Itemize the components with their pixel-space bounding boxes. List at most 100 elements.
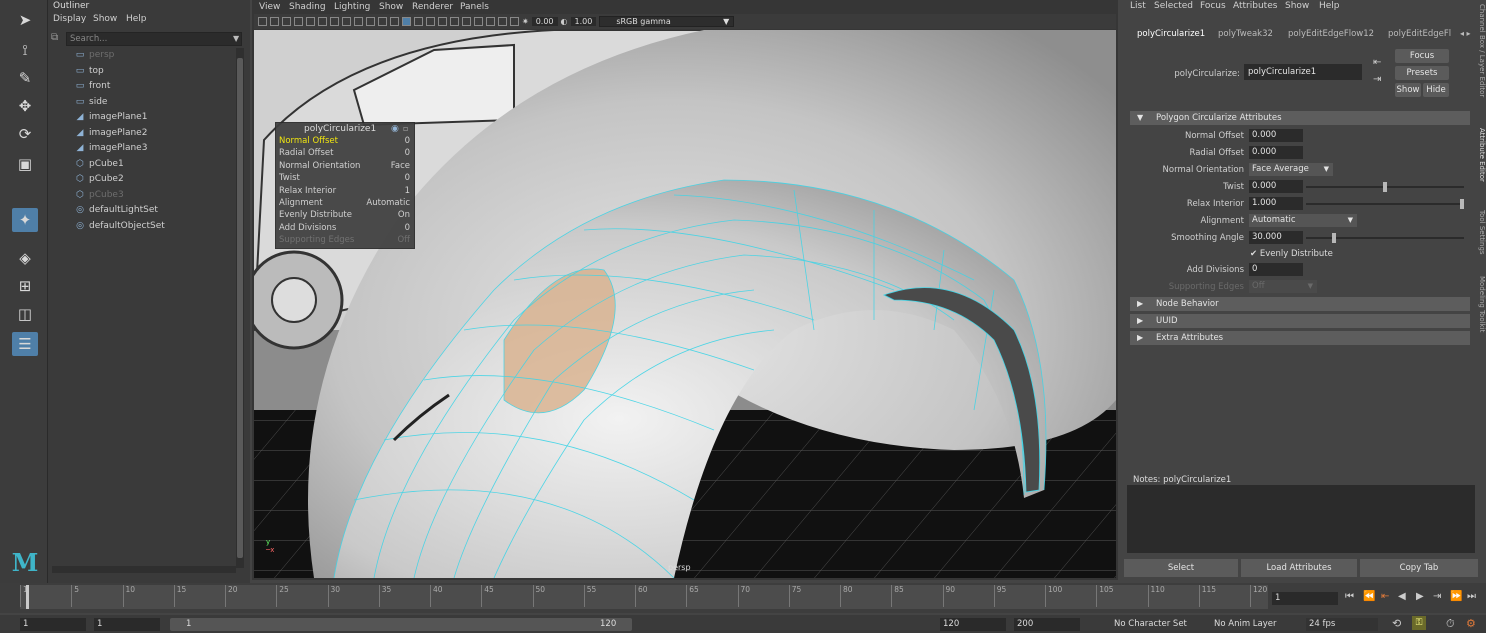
search-dropdown-icon[interactable]: ▼ xyxy=(233,34,239,43)
move-tool-icon[interactable]: ✥ xyxy=(12,94,38,118)
time-ruler[interactable]: 1510152025303540455055606570758085909510… xyxy=(20,585,1268,609)
tab-polyeditedgeflow12[interactable]: polyEditEdgeFlow12 xyxy=(1288,29,1374,39)
twist-slider[interactable] xyxy=(1306,182,1464,192)
attr-menu-attributes[interactable]: Attributes xyxy=(1233,1,1277,11)
current-frame-field[interactable]: 1 xyxy=(1272,592,1338,605)
normal-offset-field[interactable]: 0.000 xyxy=(1249,129,1303,142)
hide-button[interactable]: Hide xyxy=(1423,83,1449,97)
anim-layer-select[interactable]: No Anim Layer xyxy=(1214,619,1277,629)
in-view-attribute-value[interactable]: 0 xyxy=(405,136,413,148)
step-forward-key-icon[interactable]: ⏩ xyxy=(1450,591,1462,602)
alignment-select[interactable]: Automatic ▼ xyxy=(1249,214,1357,227)
safe-title-icon[interactable] xyxy=(378,17,387,26)
outliner-item[interactable]: ◢ imagePlane1 xyxy=(74,110,148,124)
tab-polyeditedgeflow-truncated[interactable]: polyEditEdgeFl xyxy=(1388,29,1456,39)
field-chart-icon[interactable] xyxy=(354,17,363,26)
smoothing-angle-slider-thumb[interactable] xyxy=(1332,233,1337,243)
in-view-attribute-row[interactable]: Radial Offset 0 xyxy=(279,148,413,160)
attr-menu-help[interactable]: Help xyxy=(1319,1,1340,11)
add-divisions-field[interactable]: 0 xyxy=(1249,263,1303,276)
viewport-menu-show[interactable]: Show xyxy=(379,2,403,12)
smooth-shade-icon[interactable] xyxy=(402,17,411,26)
animation-end-field[interactable]: 200 xyxy=(1014,618,1080,631)
in-view-attribute-value[interactable]: 0 xyxy=(405,148,413,160)
section-polygon-circularize-attributes[interactable]: ▼ Polygon Circularize Attributes xyxy=(1130,111,1470,125)
image-plane-toggle-icon[interactable] xyxy=(294,17,303,26)
section-node-behavior[interactable]: ▶ Node Behavior xyxy=(1130,297,1470,311)
relax-interior-slider-thumb[interactable] xyxy=(1460,199,1464,209)
evenly-distribute-checkbox[interactable]: ✔ Evenly Distribute xyxy=(1250,249,1333,259)
paint-select-tool-icon[interactable]: ✎ xyxy=(12,66,38,90)
gate-mask-icon[interactable] xyxy=(342,17,351,26)
playback-start-field[interactable]: 1 xyxy=(94,618,160,631)
outliner-item[interactable]: ▭ top xyxy=(74,64,104,78)
outliner-item[interactable]: ◎ defaultLightSet xyxy=(74,203,158,217)
tab-polytweak32[interactable]: polyTweak32 xyxy=(1218,29,1273,39)
auto-key-icon[interactable]: ⚿ xyxy=(1412,616,1426,630)
in-view-attribute-row[interactable]: Alignment Automatic xyxy=(279,198,413,210)
outliner-item[interactable]: ⬡ pCube3 xyxy=(74,188,124,202)
radial-offset-field[interactable]: 0.000 xyxy=(1249,146,1303,159)
section-uuid[interactable]: ▶ UUID xyxy=(1130,314,1470,328)
bookmark-icon[interactable] xyxy=(282,17,291,26)
smoothing-angle-slider[interactable] xyxy=(1306,233,1464,243)
side-tab-tool-settings[interactable]: Tool Settings xyxy=(1478,210,1486,270)
in-view-attribute-row[interactable]: Relax Interior 1 xyxy=(279,186,413,198)
exposure-field[interactable]: 0.00 xyxy=(531,17,558,26)
active-tool-icon[interactable]: ✦ xyxy=(12,208,38,232)
go-to-start-icon[interactable]: ⏮ xyxy=(1345,591,1354,602)
presets-button[interactable]: Presets xyxy=(1395,66,1449,80)
in-view-attribute-row[interactable]: Evenly Distribute On xyxy=(279,210,413,222)
outliner-menu-help[interactable]: Help xyxy=(126,14,147,24)
outliner-item[interactable]: ▭ side xyxy=(74,95,108,109)
viewport-menu-lighting[interactable]: Lighting xyxy=(334,2,370,12)
outliner-menu-display[interactable]: Display xyxy=(53,14,86,24)
in-view-attribute-row[interactable]: Normal Orientation Face xyxy=(279,161,413,173)
in-view-attribute-row[interactable]: Twist 0 xyxy=(279,173,413,185)
outliner-item[interactable]: ◢ imagePlane2 xyxy=(74,126,148,140)
in-view-attribute-row[interactable]: Supporting Edges Off xyxy=(279,235,413,247)
attr-menu-selected[interactable]: Selected xyxy=(1154,1,1193,11)
in-view-attribute-value[interactable]: 0 xyxy=(405,173,413,185)
four-view-layout-icon[interactable]: ⊞ xyxy=(12,274,38,298)
viewport-menu-renderer[interactable]: Renderer xyxy=(412,2,453,12)
section-extra-attributes[interactable]: ▶ Extra Attributes xyxy=(1130,331,1470,345)
in-view-attribute-value[interactable]: Face xyxy=(391,161,413,173)
in-view-attribute-value[interactable]: 1 xyxy=(405,186,413,198)
go-to-input-icon[interactable]: ⇤ xyxy=(1373,57,1381,68)
outliner-item[interactable]: ◎ defaultObjectSet xyxy=(74,219,165,233)
current-time-indicator[interactable] xyxy=(26,585,29,609)
outliner-item[interactable]: ⬡ pCube1 xyxy=(74,157,124,171)
in-view-attribute-value[interactable]: On xyxy=(398,210,413,222)
step-back-key-icon[interactable]: ⏪ xyxy=(1363,591,1375,602)
range-bar[interactable]: 1 120 xyxy=(170,618,632,631)
exposure-icon[interactable]: ✷ xyxy=(522,17,529,26)
grid-icon[interactable] xyxy=(306,17,315,26)
relax-interior-slider[interactable] xyxy=(1306,199,1464,209)
outliner-item[interactable]: ▭ front xyxy=(74,79,111,93)
viewport-menu-shading[interactable]: Shading xyxy=(289,2,326,12)
node-name-field[interactable]: polyCircularize1 xyxy=(1244,64,1362,80)
pin-icon[interactable]: ◉ xyxy=(391,124,399,134)
in-view-attribute-value[interactable]: Off xyxy=(397,235,413,247)
load-attributes-button[interactable]: Load Attributes xyxy=(1241,559,1357,577)
play-backwards-icon[interactable]: ◀ xyxy=(1398,591,1406,602)
gamma-icon[interactable]: ◐ xyxy=(561,17,568,26)
anti-aliasing-icon[interactable] xyxy=(474,17,483,26)
close-icon[interactable]: ▫ xyxy=(403,124,408,133)
shadows-icon[interactable] xyxy=(450,17,459,26)
relax-interior-field[interactable]: 1.000 xyxy=(1249,197,1303,210)
go-to-output-icon[interactable]: ⇥ xyxy=(1373,74,1381,85)
attr-menu-list[interactable]: List xyxy=(1130,1,1146,11)
go-to-end-icon[interactable]: ⏭ xyxy=(1467,591,1476,602)
show-button[interactable]: Show xyxy=(1395,83,1421,97)
in-view-attribute-value[interactable]: Automatic xyxy=(366,198,413,210)
film-gate-icon[interactable] xyxy=(318,17,327,26)
color-space-select[interactable]: sRGB gamma ▼ xyxy=(599,16,735,27)
animation-start-field[interactable]: 1 xyxy=(20,618,86,631)
side-tab-attribute-editor[interactable]: Attribute Editor xyxy=(1478,128,1486,198)
playback-end-field[interactable]: 120 xyxy=(940,618,1006,631)
step-forward-frame-icon[interactable]: ⇥ xyxy=(1433,591,1441,602)
loop-icon[interactable]: ⟲ xyxy=(1392,617,1401,630)
twist-slider-thumb[interactable] xyxy=(1383,182,1387,192)
